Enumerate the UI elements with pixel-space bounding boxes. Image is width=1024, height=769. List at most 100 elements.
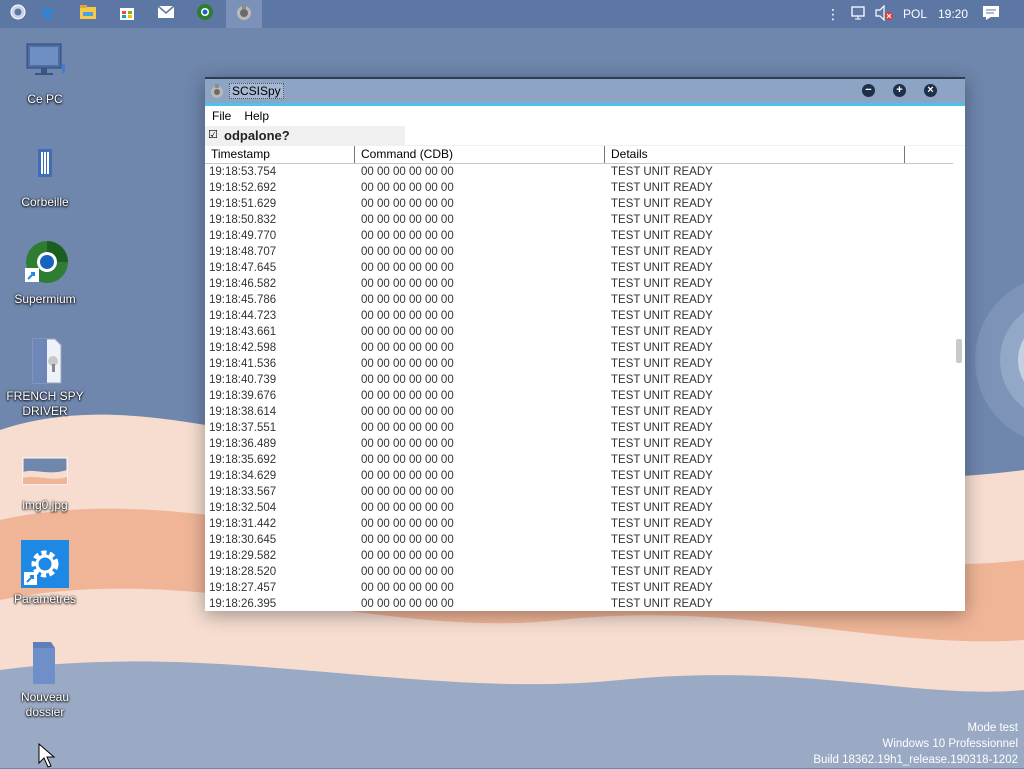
window-titlebar[interactable]: SCSISpy − + × bbox=[205, 79, 965, 103]
tray-network[interactable] bbox=[850, 0, 868, 28]
table-row[interactable]: 19:18:28.520 00 00 00 00 00 00 TEST UNIT R… bbox=[205, 564, 953, 580]
table-row[interactable]: 19:18:47.645 00 00 00 00 00 00 TEST UNIT R… bbox=[205, 260, 953, 276]
tray-overflow-dots[interactable]: ⋮ bbox=[826, 0, 840, 28]
cell-timestamp: 19:18:37.551 bbox=[209, 422, 277, 434]
vertical-scrollbar[interactable] bbox=[953, 163, 965, 611]
taskbar-edge[interactable]: e bbox=[31, 0, 67, 28]
minimize-button[interactable]: − bbox=[862, 84, 875, 97]
desktop-icon-corbeille[interactable]: Corbeille bbox=[0, 143, 90, 210]
table-row[interactable]: 19:18:31.442 00 00 00 00 00 00 TEST UNIT R… bbox=[205, 516, 953, 532]
table-row[interactable]: 19:18:27.457 00 00 00 00 00 00 TEST UNIT R… bbox=[205, 580, 953, 596]
desktop-icon-parametres[interactable]: Paramètres bbox=[0, 540, 90, 607]
desktop-icon-label: img0.jpg bbox=[22, 498, 68, 512]
table-row[interactable]: 19:18:46.582 00 00 00 00 00 00 TEST UNIT R… bbox=[205, 276, 953, 292]
desktop-icon-supermium[interactable]: Supermium bbox=[0, 240, 90, 307]
cell-timestamp: 19:18:47.645 bbox=[209, 262, 277, 274]
menu-file[interactable]: File bbox=[212, 109, 231, 123]
table-row[interactable]: 19:18:30.645 00 00 00 00 00 00 TEST UNIT R… bbox=[205, 532, 953, 548]
cell-timestamp: 19:18:42.598 bbox=[209, 342, 277, 354]
cell-details: TEST UNIT READY bbox=[611, 486, 713, 498]
maximize-button[interactable]: + bbox=[893, 84, 906, 97]
table-row[interactable]: 19:18:36.489 00 00 00 00 00 00 TEST UNIT R… bbox=[205, 436, 953, 452]
cell-details: TEST UNIT READY bbox=[611, 326, 713, 338]
table-body: 19:18:53.754 00 00 00 00 00 00 TEST UNIT R… bbox=[205, 164, 953, 611]
table-row[interactable]: 19:18:35.692 00 00 00 00 00 00 TEST UNIT R… bbox=[205, 452, 953, 468]
column-header-details[interactable]: Details bbox=[605, 146, 905, 163]
cell-details: TEST UNIT READY bbox=[611, 390, 713, 402]
table-row[interactable]: 19:18:39.676 00 00 00 00 00 00 TEST UNIT R… bbox=[205, 388, 953, 404]
watermark-mode: Mode test bbox=[967, 722, 1019, 734]
cell-timestamp: 19:18:41.536 bbox=[209, 358, 277, 370]
menu-help[interactable]: Help bbox=[244, 109, 269, 123]
scrollbar-thumb[interactable] bbox=[956, 339, 962, 363]
cell-timestamp: 19:18:35.692 bbox=[209, 454, 277, 466]
taskbar-store[interactable] bbox=[109, 0, 145, 28]
taskbar-file-explorer[interactable] bbox=[70, 0, 106, 28]
table-row[interactable]: 19:18:45.786 00 00 00 00 00 00 TEST UNIT R… bbox=[205, 292, 953, 308]
cell-timestamp: 19:18:34.629 bbox=[209, 470, 277, 482]
cell-timestamp: 19:18:52.692 bbox=[209, 182, 277, 194]
table-row[interactable]: 19:18:42.598 00 00 00 00 00 00 TEST UNIT R… bbox=[205, 340, 953, 356]
taskbar-supermium[interactable] bbox=[187, 0, 223, 28]
table-row[interactable]: 19:18:43.661 00 00 00 00 00 00 TEST UNIT R… bbox=[205, 324, 953, 340]
table-row[interactable]: 19:18:33.567 00 00 00 00 00 00 TEST UNIT R… bbox=[205, 484, 953, 500]
taskbar-mail[interactable] bbox=[148, 0, 184, 28]
tray-action-center[interactable] bbox=[982, 0, 1000, 28]
table-row[interactable]: 19:18:41.536 00 00 00 00 00 00 TEST UNIT R… bbox=[205, 356, 953, 372]
table-row[interactable]: 19:18:26.395 00 00 00 00 00 00 TEST UNIT R… bbox=[205, 596, 953, 611]
cell-command: 00 00 00 00 00 00 bbox=[361, 598, 454, 610]
cell-command: 00 00 00 00 00 00 bbox=[361, 182, 454, 194]
desktop-icon-french-spy-driver[interactable]: FRENCH SPY DRIVER bbox=[0, 337, 90, 419]
cell-command: 00 00 00 00 00 00 bbox=[361, 198, 454, 210]
cell-command: 00 00 00 00 00 00 bbox=[361, 262, 454, 274]
menu-bar: File Help bbox=[205, 106, 965, 126]
more-dots-icon: ⋮ bbox=[826, 5, 840, 22]
table-row[interactable]: 19:18:53.754 00 00 00 00 00 00 TEST UNIT R… bbox=[205, 164, 953, 180]
cell-timestamp: 19:18:53.754 bbox=[209, 166, 277, 178]
cell-details: TEST UNIT READY bbox=[611, 262, 713, 274]
table-row[interactable]: 19:18:29.582 00 00 00 00 00 00 TEST UNIT R… bbox=[205, 548, 953, 564]
cell-details: TEST UNIT READY bbox=[611, 438, 713, 450]
table-row[interactable]: 19:18:49.770 00 00 00 00 00 00 TEST UNIT R… bbox=[205, 228, 953, 244]
cell-command: 00 00 00 00 00 00 bbox=[361, 342, 454, 354]
table-row[interactable]: 19:18:51.629 00 00 00 00 00 00 TEST UNIT R… bbox=[205, 196, 953, 212]
table-row[interactable]: 19:18:34.629 00 00 00 00 00 00 TEST UNIT R… bbox=[205, 468, 953, 484]
odpalone-checkbox[interactable]: ☑ bbox=[208, 128, 218, 141]
tray-language[interactable]: POL bbox=[903, 0, 927, 28]
cell-timestamp: 19:18:44.723 bbox=[209, 310, 277, 322]
windows-watermark: Mode test Windows 10 Professionnel Build… bbox=[813, 720, 1018, 768]
table-row[interactable]: 19:18:50.832 00 00 00 00 00 00 TEST UNIT R… bbox=[205, 212, 953, 228]
desktop-icon-nouveau-dossier[interactable]: Nouveau dossier bbox=[0, 638, 90, 720]
cell-timestamp: 19:18:43.661 bbox=[209, 326, 277, 338]
column-header-command[interactable]: Command (CDB) bbox=[355, 146, 605, 163]
close-icon: × bbox=[927, 84, 934, 96]
taskbar-scsispy[interactable] bbox=[226, 0, 262, 28]
cell-details: TEST UNIT READY bbox=[611, 230, 713, 242]
cell-details: TEST UNIT READY bbox=[611, 310, 713, 322]
table-row[interactable]: 19:18:40.739 00 00 00 00 00 00 TEST UNIT R… bbox=[205, 372, 953, 388]
document-file-icon bbox=[21, 337, 69, 385]
close-button[interactable]: × bbox=[924, 84, 937, 97]
desktop-icon-img0[interactable]: img0.jpg bbox=[0, 446, 90, 513]
table-row[interactable]: 19:18:38.614 00 00 00 00 00 00 TEST UNIT R… bbox=[205, 404, 953, 420]
table-row[interactable]: 19:18:48.707 00 00 00 00 00 00 TEST UNIT R… bbox=[205, 244, 953, 260]
table-row[interactable]: 19:18:37.551 00 00 00 00 00 00 TEST UNIT R… bbox=[205, 420, 953, 436]
table-row[interactable]: 19:18:32.504 00 00 00 00 00 00 TEST UNIT R… bbox=[205, 500, 953, 516]
table-row[interactable]: 19:18:44.723 00 00 00 00 00 00 TEST UNIT R… bbox=[205, 308, 953, 324]
start-orb-icon bbox=[10, 4, 26, 25]
tray-clock[interactable]: 19:20 bbox=[938, 0, 968, 28]
table-row[interactable]: 19:18:52.692 00 00 00 00 00 00 TEST UNIT R… bbox=[205, 180, 953, 196]
desktop-icon-label: Nouveau dossier bbox=[20, 690, 70, 719]
cell-command: 00 00 00 00 00 00 bbox=[361, 486, 454, 498]
computer-icon bbox=[21, 40, 69, 88]
cell-details: TEST UNIT READY bbox=[611, 342, 713, 354]
desktop-icon-label: Paramètres bbox=[13, 592, 77, 606]
option-field[interactable] bbox=[405, 126, 965, 145]
column-header-timestamp[interactable]: Timestamp bbox=[205, 146, 355, 163]
cell-command: 00 00 00 00 00 00 bbox=[361, 230, 454, 242]
tray-volume[interactable] bbox=[874, 0, 894, 28]
mail-icon bbox=[157, 4, 175, 24]
cell-timestamp: 19:18:39.676 bbox=[209, 390, 277, 402]
desktop-icon-ce-pc[interactable]: Ce PC bbox=[0, 40, 90, 107]
maximize-icon: + bbox=[896, 84, 903, 96]
